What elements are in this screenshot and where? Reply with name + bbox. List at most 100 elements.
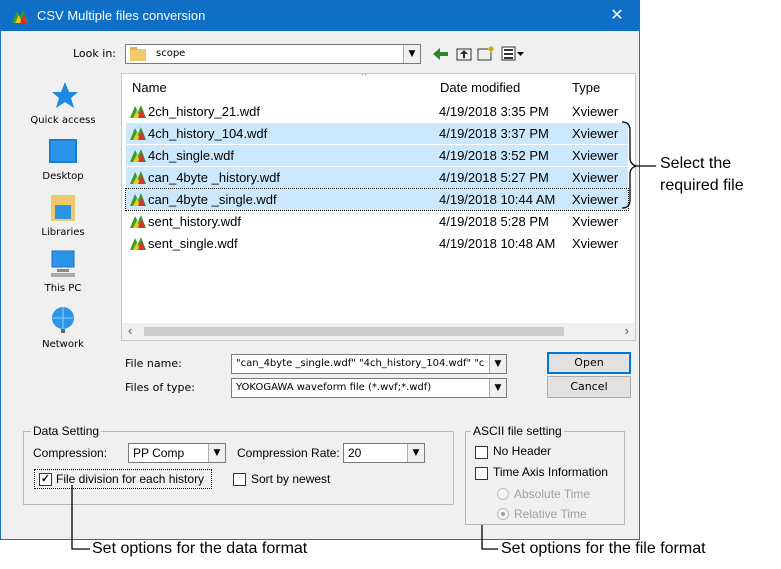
file-date: 4/19/2018 5:28 PM xyxy=(439,214,549,229)
look-in-select[interactable]: scope ▼ xyxy=(125,44,421,64)
file-name-value: "can_4byte _single.wdf" "4ch_history_104… xyxy=(236,358,485,369)
file-row[interactable]: can_4byte _history.wdf 4/19/2018 5:27 PM X… xyxy=(126,167,628,188)
file-date: 4/19/2018 3:52 PM xyxy=(439,148,549,163)
chevron-down-icon[interactable]: ▼ xyxy=(489,355,506,373)
compression-label: Compression: xyxy=(33,446,108,460)
star-icon xyxy=(52,82,78,108)
scrollbar-thumb[interactable] xyxy=(144,327,564,336)
file-name: 4ch_history_104.wdf xyxy=(148,126,268,141)
place-network[interactable]: Network xyxy=(13,305,113,350)
file-name: sent_history.wdf xyxy=(148,214,241,229)
file-type: Xviewer xyxy=(572,148,619,163)
computer-icon xyxy=(51,250,75,277)
annotation-select-line2: required file xyxy=(660,177,744,194)
selection-bracket xyxy=(621,121,656,209)
scroll-left-icon[interactable]: ‹ xyxy=(128,323,132,338)
sort-newest-checkbox[interactable] xyxy=(233,473,246,486)
desktop-icon xyxy=(49,139,77,163)
relative-time-radio[interactable] xyxy=(497,508,509,520)
file-row[interactable]: 4ch_history_104.wdf 4/19/2018 3:37 PM Xvie… xyxy=(126,123,628,144)
file-row[interactable]: sent_single.wdf 4/19/2018 10:48 AM Xviewer xyxy=(126,233,628,254)
compression-rate-select[interactable]: 20 ▼ xyxy=(343,443,425,463)
data-setting-title: Data Setting xyxy=(31,424,102,438)
sort-caret-icon: ^ xyxy=(362,73,367,82)
place-quick-access[interactable]: Quick access xyxy=(13,81,113,126)
file-type-select[interactable]: YOKOGAWA waveform file (*.wvf;*.wdf) ▼ xyxy=(231,378,507,398)
window-title: CSV Multiple files conversion xyxy=(37,8,206,23)
relative-time-label: Relative Time xyxy=(514,507,587,521)
folder-icon xyxy=(130,47,146,61)
annotation-file-format: Set options for the file format xyxy=(501,540,706,557)
file-type: Xviewer xyxy=(572,236,619,251)
file-type: Xviewer xyxy=(572,170,619,185)
horizontal-scrollbar[interactable]: ‹ › xyxy=(122,323,635,340)
libraries-icon xyxy=(51,195,75,221)
file-type: Xviewer xyxy=(572,104,619,119)
open-button[interactable]: Open xyxy=(547,352,631,374)
view-menu-icon[interactable] xyxy=(501,46,525,61)
place-desktop[interactable]: Desktop xyxy=(13,137,113,182)
place-libraries[interactable]: Libraries xyxy=(13,193,113,238)
wdf-file-icon xyxy=(130,127,146,140)
title-bar: CSV Multiple files conversion ✕ xyxy=(1,1,639,31)
file-row[interactable]: 2ch_history_21.wdf 4/19/2018 3:35 PM Xview… xyxy=(126,101,628,122)
file-type: Xviewer xyxy=(572,126,619,141)
sort-newest-label: Sort by newest xyxy=(251,472,331,486)
file-name: 4ch_single.wdf xyxy=(148,148,234,163)
column-header-name[interactable]: Name xyxy=(132,80,167,95)
file-name: can_4byte _history.wdf xyxy=(148,170,280,185)
chevron-down-icon[interactable]: ▼ xyxy=(208,444,225,462)
close-icon[interactable]: ✕ xyxy=(595,1,639,31)
wdf-file-icon xyxy=(130,105,146,118)
look-in-label: Look in: xyxy=(73,47,116,60)
file-date: 4/19/2018 3:35 PM xyxy=(439,104,549,119)
scroll-right-icon[interactable]: › xyxy=(625,323,629,338)
no-header-label: No Header xyxy=(493,444,552,458)
file-date: 4/19/2018 5:27 PM xyxy=(439,170,549,185)
csv-conversion-dialog: CSV Multiple files conversion ✕ Look in:… xyxy=(0,0,640,540)
new-folder-icon[interactable] xyxy=(477,45,495,61)
file-name-label: File name: xyxy=(125,357,182,370)
file-type-value: YOKOGAWA waveform file (*.wvf;*.wdf) xyxy=(236,382,432,393)
time-axis-checkbox[interactable] xyxy=(475,467,488,480)
compression-select[interactable]: PP Comp ▼ xyxy=(128,443,226,463)
file-name-input[interactable]: "can_4byte _single.wdf" "4ch_history_104… xyxy=(231,354,507,374)
compression-rate-value: 20 xyxy=(348,446,362,460)
file-type: Xviewer xyxy=(572,214,619,229)
ascii-setting-title: ASCII file setting xyxy=(471,424,564,438)
chevron-down-icon[interactable]: ▼ xyxy=(403,45,420,63)
file-row[interactable]: 4ch_single.wdf 4/19/2018 3:52 PM Xviewer xyxy=(126,145,628,166)
wdf-file-icon xyxy=(130,171,146,184)
absolute-time-radio[interactable] xyxy=(497,488,509,500)
no-header-checkbox[interactable] xyxy=(475,446,488,459)
file-date: 4/19/2018 10:44 AM xyxy=(439,192,556,207)
absolute-time-label: Absolute Time xyxy=(514,487,591,501)
file-type: Xviewer xyxy=(572,192,619,207)
cancel-button[interactable]: Cancel xyxy=(547,376,631,398)
chevron-down-icon[interactable]: ▼ xyxy=(407,444,424,462)
file-type-label: Files of type: xyxy=(125,381,196,394)
wdf-file-icon xyxy=(130,149,146,162)
place-this-pc[interactable]: This PC xyxy=(13,249,113,294)
network-icon xyxy=(52,307,74,333)
column-header-type[interactable]: Type xyxy=(572,80,600,95)
file-row[interactable]: can_4byte _single.wdf 4/19/2018 10:44 AM X… xyxy=(125,188,629,211)
file-row[interactable]: sent_history.wdf 4/19/2018 5:28 PM Xviewer xyxy=(126,211,628,232)
file-division-checkbox[interactable]: ✓ xyxy=(39,473,52,486)
places-bar: Quick access Desktop Libraries This PC N… xyxy=(13,69,113,369)
wdf-file-icon xyxy=(130,237,146,250)
up-folder-icon[interactable] xyxy=(456,46,472,61)
annotation-select-line1: Select the xyxy=(660,155,732,172)
file-date: 4/19/2018 3:37 PM xyxy=(439,126,549,141)
compression-value: PP Comp xyxy=(133,446,185,460)
file-name: can_4byte _single.wdf xyxy=(148,192,277,207)
wdf-file-icon xyxy=(130,215,146,228)
file-division-label: File division for each history xyxy=(56,472,205,486)
file-date: 4/19/2018 10:48 AM xyxy=(439,236,556,251)
file-name: sent_single.wdf xyxy=(148,236,238,251)
column-header-date[interactable]: Date modified xyxy=(440,80,520,95)
annotation-data-format: Set options for the data format xyxy=(92,540,308,557)
back-arrow-icon[interactable] xyxy=(433,47,449,61)
chevron-down-icon[interactable]: ▼ xyxy=(489,379,506,397)
file-list[interactable]: ^ Name Date modified Type 2ch_history_21… xyxy=(121,73,636,341)
